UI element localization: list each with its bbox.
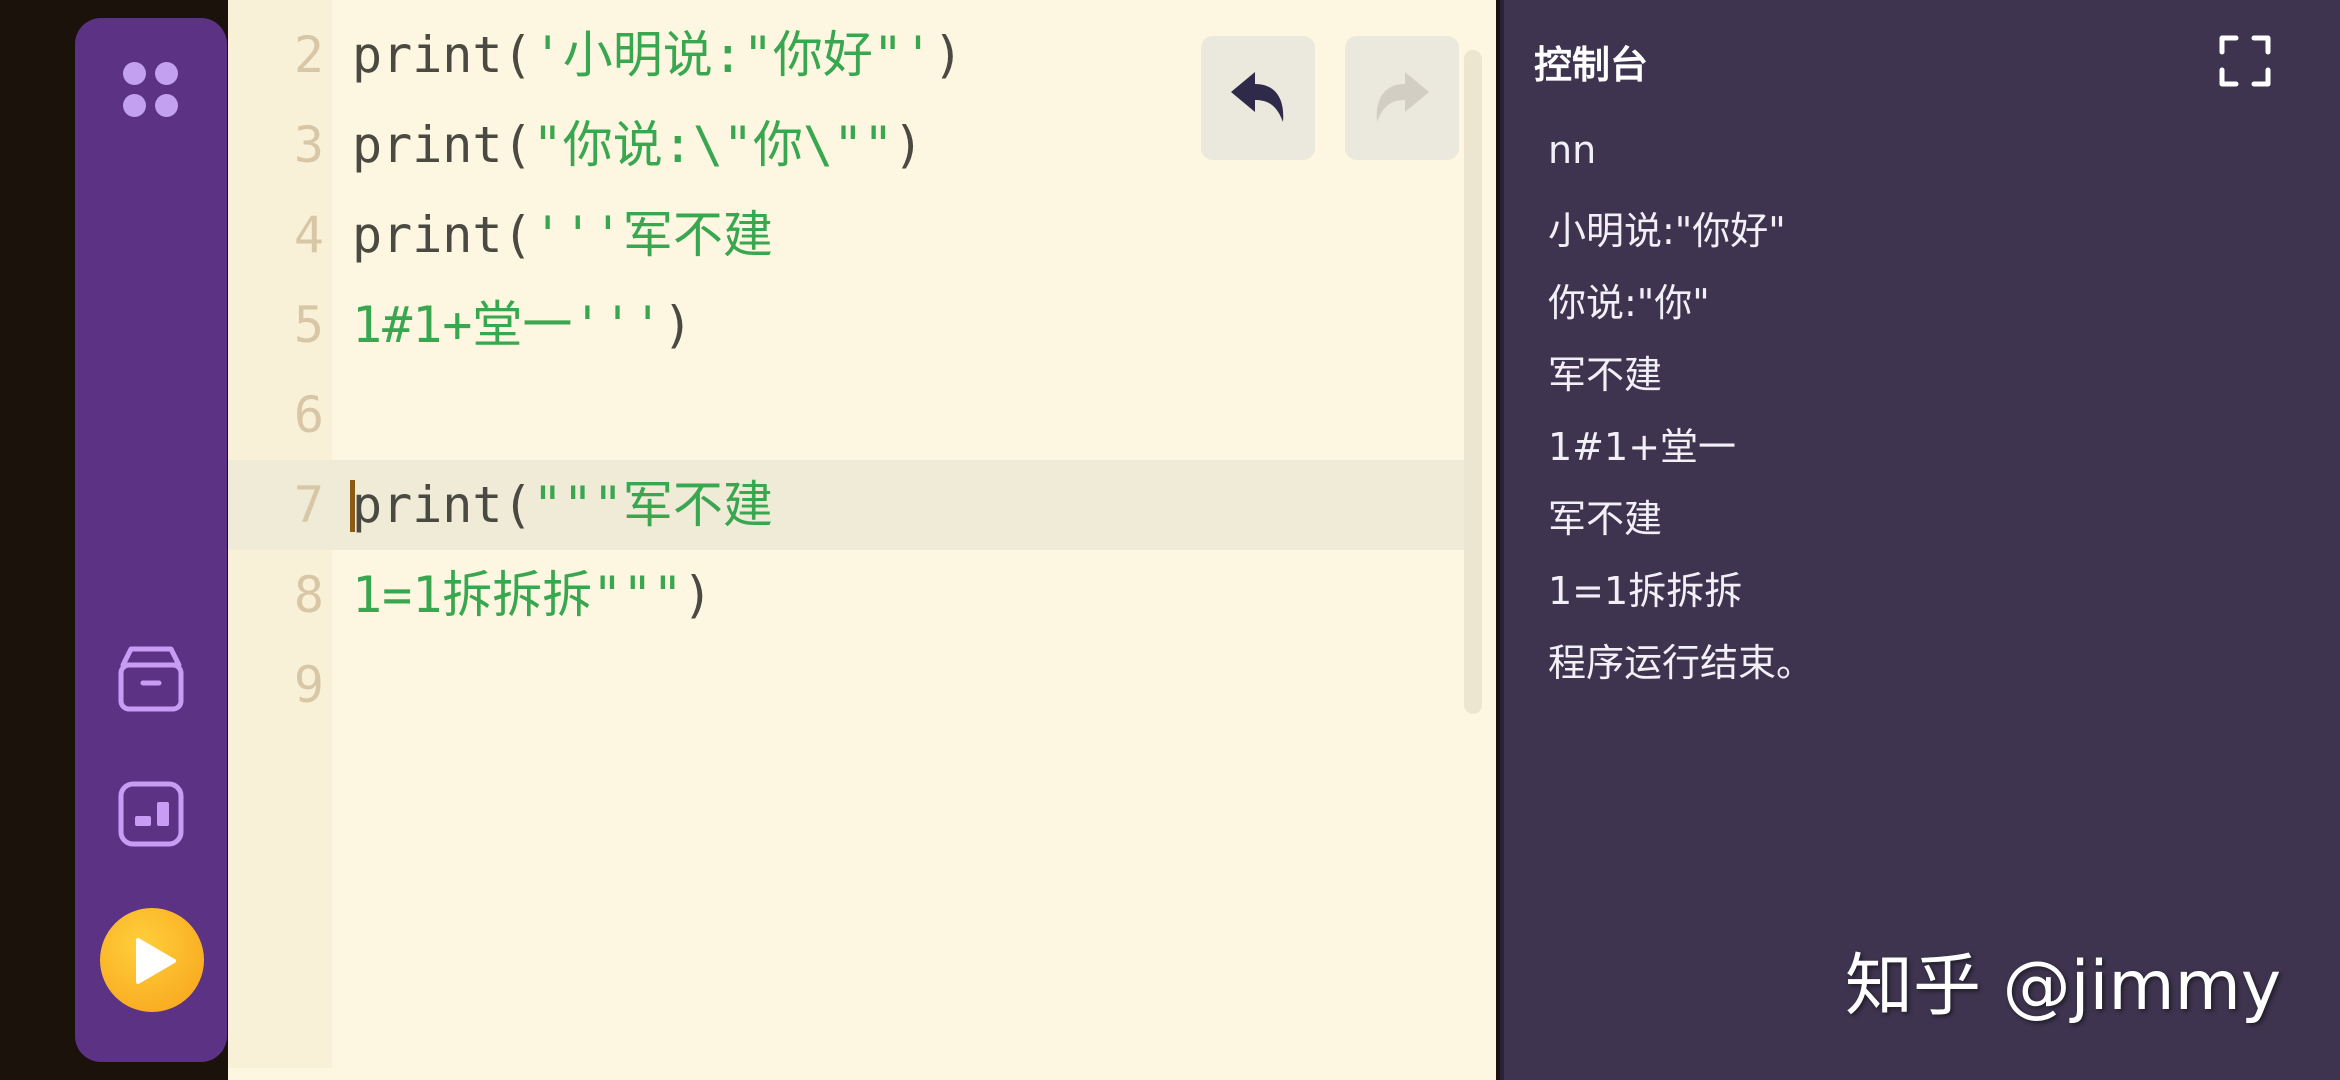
code-token: print( xyxy=(352,476,533,534)
line-number: 6 xyxy=(293,386,324,444)
code-text: print("""军不建 xyxy=(352,460,773,550)
line-number: 5 xyxy=(293,296,324,354)
undo-icon xyxy=(1231,72,1284,122)
code-token: ) xyxy=(893,116,924,174)
code-text: print('''军不建 xyxy=(352,190,773,280)
line-number: 7 xyxy=(293,476,324,534)
line-number: 3 xyxy=(293,116,324,174)
code-text: 1#1+堂一''') xyxy=(352,280,693,370)
code-token: ) xyxy=(682,566,713,624)
console-output-line: 1#1+堂一 xyxy=(1548,425,1737,469)
string-token: '小明说:"你好"' xyxy=(532,26,934,84)
line-number: 9 xyxy=(293,656,324,714)
code-line[interactable]: 9 xyxy=(228,640,1468,730)
run-button[interactable] xyxy=(100,908,204,1012)
code-text: 1=1拆拆拆""") xyxy=(352,550,713,640)
apps-grid-icon[interactable] xyxy=(123,62,179,118)
console-output-line: 你说:"你" xyxy=(1548,281,1710,325)
string-token: """军不建 xyxy=(532,476,773,534)
console-title: 控制台 xyxy=(1534,43,1649,87)
code-line[interactable]: 7 print("""军不建 xyxy=(228,460,1468,550)
sidebar xyxy=(75,18,227,1062)
code-editor[interactable]: 2 print('小明说:"你好"') 3 print("你说:\"你\"") 4 pri… xyxy=(228,0,1726,1080)
editor-scrollbar[interactable] xyxy=(1464,50,1482,714)
console-output-line: 小明说:"你好" xyxy=(1548,209,1786,253)
archive-box-icon[interactable] xyxy=(115,643,187,715)
string-token: 1=1拆拆拆""" xyxy=(352,566,683,624)
line-number: 4 xyxy=(293,206,324,264)
string-token: 1#1+堂一''' xyxy=(352,296,663,354)
console-panel: 控制台 nn 小明说:"你好" 你说:"你" 军不建 1#1+堂一 军不建 1=… xyxy=(1500,0,2340,1080)
code-text: print('小明说:"你好"') xyxy=(352,10,963,100)
redo-button[interactable] xyxy=(1345,36,1459,160)
line-number: 2 xyxy=(293,26,324,84)
console-output-line: nn xyxy=(1548,128,1597,172)
code-token: print( xyxy=(352,206,533,264)
text-cursor xyxy=(350,480,355,532)
line-number: 8 xyxy=(293,566,324,624)
string-token: '''军不建 xyxy=(532,206,773,264)
undo-button[interactable] xyxy=(1201,36,1315,160)
console-output-line: 1=1拆拆拆 xyxy=(1548,569,1743,613)
redo-icon xyxy=(1376,72,1429,122)
code-token: ) xyxy=(933,26,964,84)
play-icon xyxy=(136,938,176,984)
console-output-line: 军不建 xyxy=(1548,353,1663,397)
code-token: ) xyxy=(662,296,693,354)
code-token: print( xyxy=(352,26,533,84)
watermark: 知乎 @jimmy xyxy=(1845,947,2282,1026)
panel-layout-icon[interactable] xyxy=(115,778,187,850)
code-line[interactable]: 5 1#1+堂一''') xyxy=(228,280,1468,370)
fullscreen-icon[interactable] xyxy=(2218,34,2272,88)
code-line[interactable]: 6 xyxy=(228,370,1468,460)
console-output-line: 军不建 xyxy=(1548,497,1663,541)
code-line[interactable]: 8 1=1拆拆拆""") xyxy=(228,550,1468,640)
code-line[interactable]: 4 print('''军不建 xyxy=(228,190,1468,280)
code-token: print( xyxy=(352,116,533,174)
console-output-line: 程序运行结束。 xyxy=(1548,641,1815,685)
code-text: print("你说:\"你\"") xyxy=(352,100,923,190)
string-token: "你说:\"你\"" xyxy=(532,116,894,174)
